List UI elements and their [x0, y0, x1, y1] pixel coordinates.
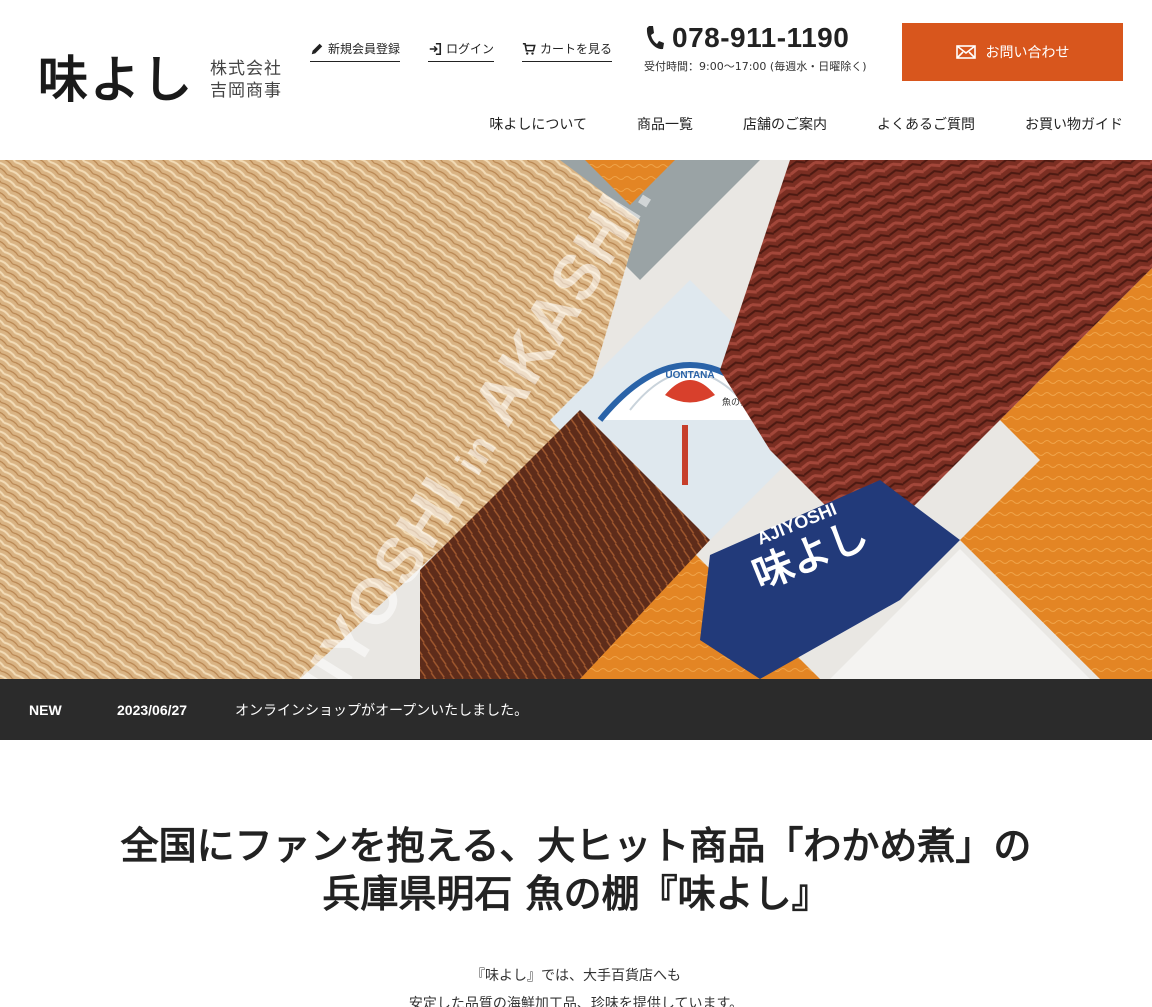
logo-company-name: 株式会社 吉岡商事 — [210, 58, 282, 102]
phone-info: 078-911-1190 受付時間：9:00〜17:00 (毎週水・日曜除く) — [644, 22, 884, 74]
logo-brand-name: 味よし — [38, 50, 194, 109]
news-date: 2023/06/27 — [117, 701, 188, 718]
contact-button-label: お問い合わせ — [985, 45, 1070, 61]
contact-button[interactable]: お問い合わせ — [902, 23, 1123, 81]
utility-links: 新規会員登録 ログイン カートを見る — [310, 40, 613, 62]
watermark-in: in — [447, 425, 506, 483]
intro-heading-line1: 全国にファンを抱える、大ヒット商品「わかめ煮」の — [120, 824, 1032, 868]
intro-section: 全国にファンを抱える、大ヒット商品「わかめ煮」の 兵庫県明石 魚の棚『味よし』 … — [0, 740, 1152, 1007]
intro-heading: 全国にファンを抱える、大ヒット商品「わかめ煮」の 兵庫県明石 魚の棚『味よし』 — [0, 822, 1152, 918]
logo-company-line2: 吉岡商事 — [210, 81, 282, 101]
global-nav: 味よしについて 商品一覧 店舗のご案内 よくあるご質問 お買い物ガイド — [489, 114, 1123, 134]
cart-icon — [522, 42, 536, 55]
phone-number[interactable]: 078-911-1190 — [672, 22, 849, 54]
intro-heading-line2: 兵庫県明石 魚の棚『味よし』 — [322, 872, 830, 916]
cart-link[interactable]: カートを見る — [522, 40, 613, 62]
login-icon — [429, 42, 442, 55]
nav-item-guide[interactable]: お買い物ガイド — [1025, 114, 1123, 134]
nav-item-faq[interactable]: よくあるご質問 — [877, 114, 975, 134]
nav-item-store[interactable]: 店舗のご案内 — [743, 114, 827, 134]
intro-text: 『味よし』では、大手百貨店へも 安定した品質の海鮮加工品、珍味を提供しています。 — [0, 962, 1152, 1007]
logo-company-line1: 株式会社 — [210, 59, 282, 79]
site-header: 味よし 株式会社 吉岡商事 新規会員登録 ログイン カートを見る 078-911… — [0, 0, 1152, 160]
hero-slider: UONTANA 魚の棚 AJIYOSHI 味よし AJIYOSHI in AKA… — [0, 160, 1152, 679]
cart-link-label: カートを見る — [540, 42, 613, 56]
intro-text-line1: 『味よし』では、大手百貨店へも — [471, 968, 681, 984]
news-badge: NEW — [29, 701, 62, 718]
nav-item-products[interactable]: 商品一覧 — [637, 114, 693, 134]
business-hours: 受付時間：9:00〜17:00 (毎週水・日曜除く) — [644, 60, 867, 73]
site-logo[interactable]: 味よし 株式会社 吉岡商事 — [38, 52, 282, 108]
pencil-icon — [311, 43, 323, 54]
news-link[interactable]: オンラインショップがオープンいたしました。 — [235, 700, 528, 720]
login-link[interactable]: ログイン — [428, 40, 495, 62]
nav-item-about[interactable]: 味よしについて — [489, 114, 587, 134]
arch-sign-text: UONTANA — [665, 370, 714, 381]
phone-icon — [646, 26, 664, 50]
mail-icon — [955, 45, 976, 59]
login-link-label: ログイン — [446, 42, 495, 56]
register-link-label: 新規会員登録 — [328, 42, 401, 56]
news-bar: NEW 2023/06/27 オンラインショップがオープンいたしました。 — [0, 679, 1152, 740]
register-link[interactable]: 新規会員登録 — [310, 40, 401, 62]
intro-text-line2: 安定した品質の海鮮加工品、珍味を提供しています。 — [408, 996, 744, 1007]
